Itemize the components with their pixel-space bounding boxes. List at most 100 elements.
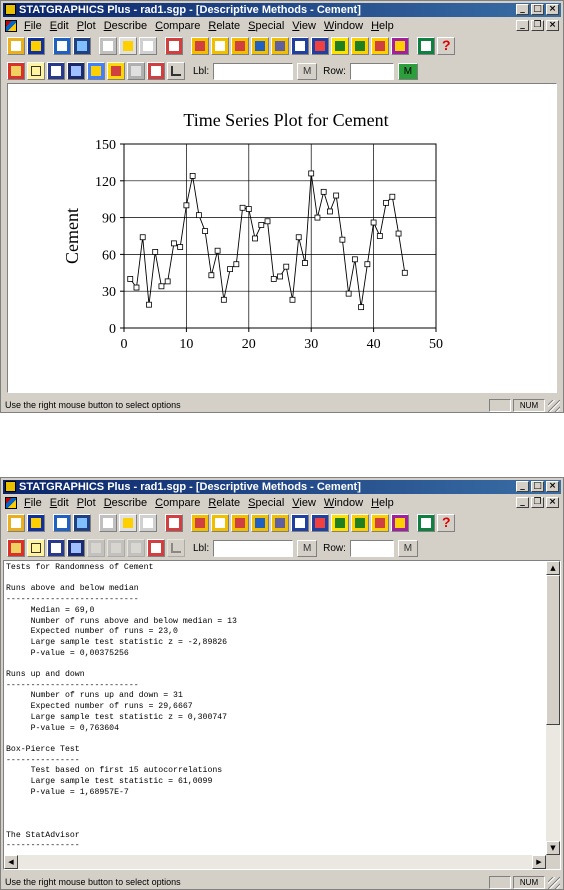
grid-icon[interactable] [351, 514, 369, 532]
menu-special[interactable]: Special [244, 497, 288, 509]
analysis-options-icon[interactable] [27, 62, 45, 80]
label-input[interactable] [213, 539, 294, 557]
menu-compare[interactable]: Compare [151, 497, 204, 509]
title-bar[interactable]: STATGRAPHICS Plus - rad1.sgp - [Descript… [3, 480, 561, 494]
matrix-icon[interactable] [271, 514, 289, 532]
timeseries-icon[interactable] [291, 37, 309, 55]
analysis-options-icon[interactable] [27, 539, 45, 557]
minimize-button[interactable]: _ [516, 481, 529, 492]
close-button[interactable]: × [546, 481, 559, 492]
graphs-icon[interactable] [67, 62, 85, 80]
maximize-button[interactable]: □ [531, 481, 544, 492]
matrix-icon[interactable] [271, 37, 289, 55]
timeseries-icon[interactable] [291, 514, 309, 532]
menu-describe[interactable]: Describe [100, 20, 151, 32]
menu-view[interactable]: View [288, 497, 320, 509]
save-icon[interactable] [27, 514, 45, 532]
help-icon[interactable]: ? [437, 514, 455, 532]
minimize-button[interactable]: _ [516, 4, 529, 15]
graphics-options-icon[interactable] [127, 62, 145, 80]
copy-icon[interactable] [119, 37, 137, 55]
datasheet-icon[interactable] [53, 514, 71, 532]
cut-icon[interactable] [99, 514, 117, 532]
resize-grip-icon[interactable] [548, 400, 560, 412]
menu-view[interactable]: View [288, 20, 320, 32]
mdi-restore-button[interactable]: ❐ [531, 20, 544, 31]
locate-point-icon[interactable] [167, 62, 185, 80]
menu-file[interactable]: File [20, 20, 46, 32]
control-chart-icon[interactable] [331, 37, 349, 55]
menu-window[interactable]: Window [320, 497, 367, 509]
text-pane[interactable]: Tests for Randomness of Cement Runs abov… [3, 560, 561, 870]
menu-describe[interactable]: Describe [100, 497, 151, 509]
mdi-close-button[interactable]: × [546, 497, 559, 508]
scatter-icon[interactable] [251, 514, 269, 532]
save-results-icon[interactable] [87, 62, 105, 80]
distribution-icon[interactable] [311, 37, 329, 55]
scroll-thumb[interactable] [546, 575, 560, 725]
statfolio-icon[interactable] [73, 37, 91, 55]
describe-icon[interactable] [211, 37, 229, 55]
row-search-button[interactable]: M [397, 539, 418, 557]
row-input[interactable] [349, 539, 394, 557]
bar-icon[interactable] [371, 37, 389, 55]
save-icon[interactable] [27, 37, 45, 55]
scatter-icon[interactable] [251, 37, 269, 55]
datasheet-icon[interactable] [53, 37, 71, 55]
graph-pane[interactable]: Time Series Plot for Cement Cement 0 30 60 90… [7, 83, 557, 393]
describe-icon[interactable] [211, 514, 229, 532]
plot-wizard-icon[interactable] [191, 37, 209, 55]
scroll-left-icon[interactable]: ◀ [4, 855, 18, 869]
advisor-icon[interactable] [417, 37, 435, 55]
histogram-icon[interactable] [231, 514, 249, 532]
menu-help[interactable]: Help [367, 20, 398, 32]
menu-edit[interactable]: Edit [46, 497, 73, 509]
paste-icon[interactable] [139, 514, 157, 532]
menu-compare[interactable]: Compare [151, 20, 204, 32]
grid-icon[interactable] [351, 37, 369, 55]
menu-plot[interactable]: Plot [73, 20, 100, 32]
mdi-restore-button[interactable]: ❐ [531, 497, 544, 508]
statfolio-icon[interactable] [73, 514, 91, 532]
title-bar[interactable]: STATGRAPHICS Plus - rad1.sgp - [Descript… [3, 3, 561, 17]
scroll-down-icon[interactable]: ▼ [546, 841, 560, 855]
label-search-button[interactable]: M [297, 539, 318, 557]
print-icon[interactable] [165, 514, 183, 532]
distribution-icon[interactable] [311, 514, 329, 532]
pane-options-icon[interactable] [107, 62, 125, 80]
menu-special[interactable]: Special [244, 20, 288, 32]
document-icon[interactable] [5, 19, 17, 32]
copy-icon[interactable] [119, 514, 137, 532]
scroll-right-icon[interactable]: ▶ [532, 855, 546, 869]
control-chart-icon[interactable] [331, 514, 349, 532]
row-search-button[interactable]: M [397, 62, 418, 80]
histogram-icon[interactable] [231, 37, 249, 55]
paste-icon[interactable] [139, 37, 157, 55]
vertical-scrollbar[interactable]: ▲ ▼ [546, 561, 560, 855]
mdi-minimize-button[interactable]: _ [516, 20, 529, 31]
menu-plot[interactable]: Plot [73, 497, 100, 509]
exclude-points-icon[interactable] [147, 62, 165, 80]
plot-wizard-icon[interactable] [191, 514, 209, 532]
stat-icon[interactable] [391, 37, 409, 55]
tables-icon[interactable] [47, 62, 65, 80]
input-dialog-icon[interactable] [7, 539, 25, 557]
label-input[interactable] [213, 62, 294, 80]
maximize-button[interactable]: □ [531, 4, 544, 15]
help-icon[interactable]: ? [437, 37, 455, 55]
horizontal-scrollbar[interactable]: ◀ ▶ [4, 855, 546, 869]
mdi-minimize-button[interactable]: _ [516, 497, 529, 508]
print-icon[interactable] [165, 37, 183, 55]
mdi-close-button[interactable]: × [546, 20, 559, 31]
menu-file[interactable]: File [20, 497, 46, 509]
scroll-up-icon[interactable]: ▲ [546, 561, 560, 575]
row-input[interactable] [349, 62, 394, 80]
menu-edit[interactable]: Edit [46, 20, 73, 32]
graphs-icon[interactable] [67, 539, 85, 557]
document-icon[interactable] [5, 496, 17, 509]
close-button[interactable]: × [546, 4, 559, 15]
menu-help[interactable]: Help [367, 497, 398, 509]
advisor-icon[interactable] [417, 514, 435, 532]
time-series-plot[interactable]: Time Series Plot for Cement Cement 0 30 60 90… [8, 84, 557, 392]
open-icon[interactable] [7, 514, 25, 532]
